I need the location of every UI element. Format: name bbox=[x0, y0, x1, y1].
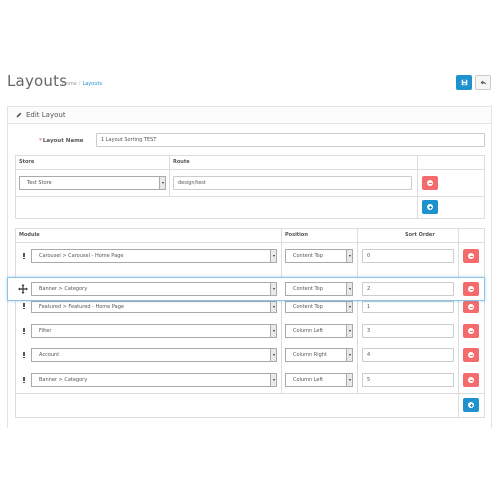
minus-circle-icon bbox=[468, 253, 474, 259]
remove-module-button[interactable] bbox=[463, 282, 479, 296]
drag-handle-icon[interactable] bbox=[23, 328, 25, 334]
sort-order-input[interactable]: 1 bbox=[362, 301, 454, 313]
minus-circle-icon bbox=[468, 377, 474, 383]
chevron-down-icon bbox=[270, 325, 276, 337]
module-select[interactable]: Filter bbox=[31, 324, 277, 338]
chevron-down-icon bbox=[270, 374, 276, 386]
minus-circle-icon bbox=[468, 328, 474, 334]
sort-order-input[interactable]: 5 bbox=[362, 373, 454, 387]
chevron-down-icon bbox=[270, 349, 276, 361]
module-select[interactable]: Carousel > Carousel - Home Page bbox=[31, 249, 277, 263]
add-module-button[interactable] bbox=[463, 398, 479, 412]
chevron-down-icon bbox=[346, 325, 352, 337]
plus-circle-icon bbox=[427, 204, 433, 210]
remove-module-button[interactable] bbox=[463, 348, 479, 362]
pencil-icon bbox=[16, 112, 22, 118]
drag-handle-icon[interactable] bbox=[23, 377, 25, 383]
drag-handle-icon[interactable] bbox=[23, 352, 25, 358]
position-select[interactable]: Column Left bbox=[285, 324, 353, 338]
module-select[interactable]: Banner > Category bbox=[31, 282, 277, 296]
module-header: Module bbox=[19, 232, 40, 238]
chevron-down-icon bbox=[270, 250, 276, 262]
minus-circle-icon bbox=[468, 304, 474, 310]
add-route-button[interactable] bbox=[422, 200, 438, 214]
position-header: Position bbox=[285, 232, 308, 238]
chevron-down-icon bbox=[270, 283, 276, 295]
chevron-down-icon bbox=[159, 177, 165, 189]
minus-circle-icon bbox=[468, 286, 474, 292]
chevron-down-icon bbox=[346, 349, 352, 361]
remove-module-button[interactable] bbox=[463, 249, 479, 263]
remove-module-button[interactable] bbox=[463, 301, 479, 313]
minus-circle-icon bbox=[468, 352, 474, 358]
breadcrumb-home[interactable]: Home bbox=[62, 81, 77, 87]
drag-handle-icon[interactable] bbox=[23, 303, 25, 309]
dragging-module-row[interactable]: Banner > Category Content Top 2 bbox=[7, 277, 485, 301]
breadcrumb-separator: / bbox=[78, 81, 81, 87]
module-select[interactable]: Account bbox=[31, 348, 277, 362]
panel-heading-title: Edit Layout bbox=[26, 111, 66, 119]
store-header: Store bbox=[19, 159, 35, 165]
remove-route-button[interactable] bbox=[422, 176, 438, 190]
sort-order-header: Sort Order bbox=[405, 232, 435, 238]
route-header: Route bbox=[173, 159, 190, 165]
layout-name-label: *Layout Name bbox=[39, 138, 84, 144]
store-select[interactable]: Test Store bbox=[19, 176, 166, 190]
module-select[interactable]: Banner > Category bbox=[31, 373, 277, 387]
route-input[interactable]: design/test bbox=[173, 176, 412, 190]
plus-circle-icon bbox=[468, 402, 474, 408]
sort-order-input[interactable]: 3 bbox=[362, 324, 454, 338]
chevron-down-icon bbox=[346, 283, 352, 295]
save-button[interactable] bbox=[456, 75, 472, 90]
panel-heading: Edit Layout bbox=[8, 107, 491, 124]
position-select[interactable]: Content Top bbox=[285, 249, 353, 263]
reply-icon bbox=[480, 80, 486, 85]
minus-circle-icon bbox=[427, 180, 433, 186]
position-select[interactable]: Content Top bbox=[285, 282, 353, 296]
module-select[interactable]: Featured > Featured - Home Page bbox=[31, 301, 277, 313]
remove-module-button[interactable] bbox=[463, 324, 479, 338]
save-icon bbox=[461, 79, 467, 86]
chevron-down-icon bbox=[346, 374, 352, 386]
breadcrumb: Home / Layouts bbox=[62, 81, 102, 87]
breadcrumb-layouts[interactable]: Layouts bbox=[82, 81, 102, 87]
position-select[interactable]: Content Top bbox=[285, 301, 353, 313]
page-header: Layouts Home / Layouts bbox=[0, 72, 500, 94]
position-select[interactable]: Column Left bbox=[285, 373, 353, 387]
layout-name-input[interactable]: 1 Layout Sorting TEST bbox=[96, 133, 485, 147]
sort-order-input[interactable]: 2 bbox=[362, 282, 454, 296]
chevron-down-icon bbox=[270, 302, 276, 312]
back-button[interactable] bbox=[475, 75, 491, 90]
sort-order-input[interactable]: 4 bbox=[362, 348, 454, 362]
sort-order-input[interactable]: 0 bbox=[362, 249, 454, 263]
move-icon[interactable] bbox=[18, 284, 28, 294]
page-title: Layouts bbox=[7, 72, 68, 90]
chevron-down-icon bbox=[346, 250, 352, 262]
remove-module-button[interactable] bbox=[463, 373, 479, 387]
drag-handle-icon[interactable] bbox=[23, 253, 25, 259]
position-select[interactable]: Column Right bbox=[285, 348, 353, 362]
chevron-down-icon bbox=[346, 302, 352, 312]
